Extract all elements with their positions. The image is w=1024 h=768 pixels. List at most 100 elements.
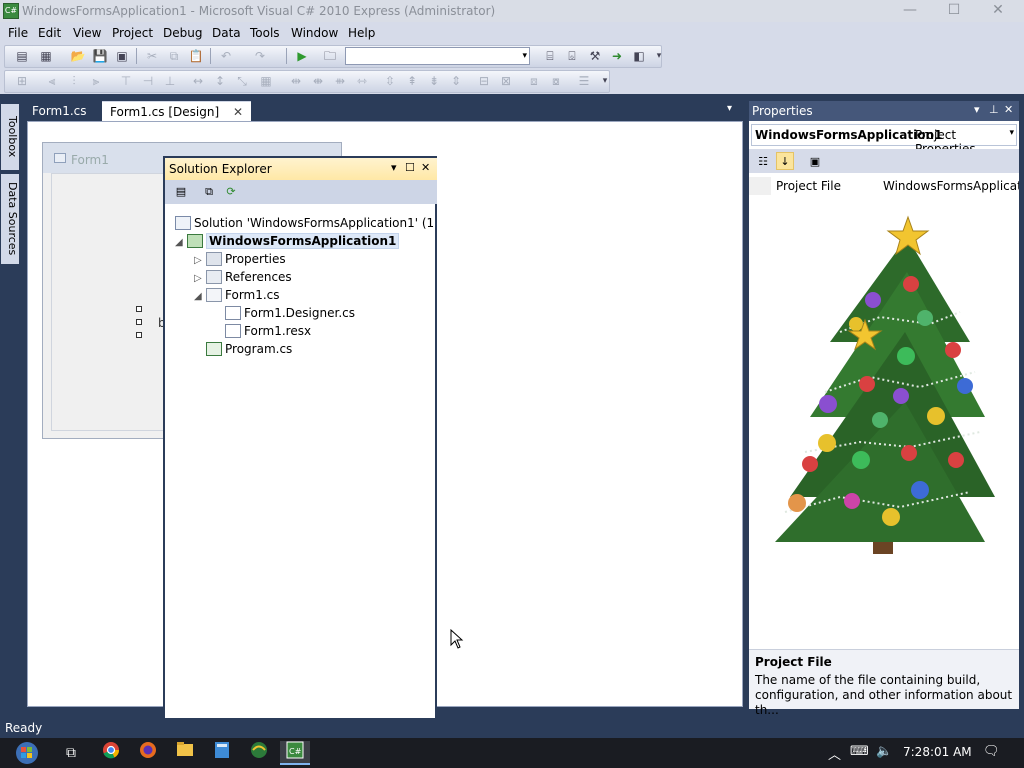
center-horizontally-icon[interactable]: ⊟ [476,73,492,89]
align-to-grid-icon[interactable]: ⊞ [14,73,30,89]
maximize-icon[interactable]: ☐ [405,161,415,174]
clock[interactable]: 7:28:01 AM [903,745,972,759]
bring-to-front-icon[interactable]: ⧈ [526,73,542,89]
menu-file[interactable]: File [8,26,28,40]
menu-view[interactable]: View [73,26,101,40]
center-vertically-icon[interactable]: ⊠ [498,73,514,89]
data-sources-tab[interactable]: Data Sources [1,174,19,264]
add-item-icon[interactable]: ▦ [38,48,54,64]
volume-icon[interactable]: 🔈 [876,744,892,759]
start-icon[interactable] [10,741,44,765]
close-icon[interactable]: ✕ [421,161,430,174]
visual-csharp-icon[interactable]: C# [3,3,19,19]
tab-form1-design[interactable]: Form1.cs [Design] ✕ [102,101,252,121]
copy-icon[interactable]: ⧉ [166,48,182,64]
properties-window-icon[interactable]: ⌺ [564,48,580,64]
increase-horizontal-spacing-icon[interactable]: ⇼ [310,73,326,89]
tree-node-form1-designer[interactable]: Form1.Designer.cs [225,304,355,322]
menu-data[interactable]: Data [212,26,241,40]
find-in-files-icon[interactable]: 🗀 [322,48,338,64]
remove-vertical-spacing-icon[interactable]: ⇕ [448,73,464,89]
decrease-vertical-spacing-icon[interactable]: ⇟ [426,73,442,89]
properties-header[interactable]: Properties ▾ ⊥ ✕ [749,101,1019,121]
tree-node-form1[interactable]: ◢ Form1.cs [194,286,280,304]
align-bottoms-icon[interactable]: ⊥ [162,73,178,89]
web-platform-icon[interactable] [244,741,274,765]
start-debugging-icon[interactable]: ▶ [294,48,310,64]
tab-order-icon[interactable]: ☰ [576,73,592,89]
categorized-icon[interactable]: ☷ [754,152,772,170]
chrome-icon[interactable] [96,741,126,765]
align-tops-icon[interactable]: ⊤ [118,73,134,89]
new-project-icon[interactable]: ▤ [14,48,30,64]
tree-node-project[interactable]: ◢ WindowsFormsApplication1 [175,232,400,252]
undo-icon[interactable]: ↶ [218,48,234,64]
resize-handle[interactable] [136,319,142,325]
resize-handle[interactable] [136,306,142,312]
tree-node-properties[interactable]: ▷ Properties [194,250,286,268]
expanded-arrow-icon[interactable]: ◢ [194,288,206,306]
task-view-icon[interactable]: ⧉ [56,741,86,765]
action-center-icon[interactable]: 🗨 [983,744,1000,759]
property-row[interactable]: Project File WindowsFormsApplication1.cs… [749,177,1019,195]
solution-explorer-icon[interactable]: ⌸ [542,48,558,64]
resize-handle[interactable] [136,332,142,338]
file-explorer-icon[interactable] [170,741,200,765]
tree-node-form1-resx[interactable]: Form1.resx [225,322,311,340]
size-to-grid-icon[interactable]: ▦ [258,73,274,89]
chevron-down-icon[interactable]: ▾ [1009,128,1014,138]
tab-form1-cs[interactable]: Form1.cs [24,101,95,121]
close-icon[interactable]: ✕ [233,105,243,119]
minimize-button[interactable]: — [888,0,932,22]
align-middles-icon[interactable]: ⊣ [140,73,156,89]
send-to-back-icon[interactable]: ⧇ [548,73,564,89]
properties-icon[interactable]: ▤ [173,184,189,200]
close-icon[interactable]: ✕ [1004,103,1013,116]
maximize-button[interactable]: ☐ [932,0,976,22]
toolbox-tab[interactable]: Toolbox [1,104,19,170]
align-rights-icon[interactable]: ⫸ [88,73,104,89]
window-position-icon[interactable]: ▾ [974,103,980,116]
increase-vertical-spacing-icon[interactable]: ⇞ [404,73,420,89]
network-icon[interactable]: ⌨ [850,744,869,759]
open-file-icon[interactable]: 📂 [70,48,86,64]
remove-horizontal-spacing-icon[interactable]: ⇿ [354,73,370,89]
pin-icon[interactable]: ⊥ [989,103,999,116]
save-all-icon[interactable]: ▣ [114,48,130,64]
extension-icon[interactable]: ◧ [631,48,647,64]
toolbox-icon[interactable]: ⚒ [587,48,603,64]
menu-debug[interactable]: Debug [163,26,202,40]
decrease-horizontal-spacing-icon[interactable]: ⇻ [332,73,348,89]
menu-help[interactable]: Help [348,26,375,40]
make-same-width-icon[interactable]: ↔ [190,73,206,89]
make-same-height-icon[interactable]: ↕ [212,73,228,89]
toolbar-overflow-icon[interactable]: ▾ [597,73,613,89]
redo-icon[interactable]: ↷ [252,48,268,64]
calculator-icon[interactable] [207,741,237,765]
firefox-icon[interactable] [133,741,163,765]
paste-icon[interactable]: 📋 [188,48,204,64]
property-value[interactable]: WindowsFormsApplication1.csproj [883,179,1019,193]
object-selector[interactable]: WindowsFormsApplication1 Project Propert… [751,124,1017,156]
menu-window[interactable]: Window [291,26,338,40]
visual-csharp-icon[interactable]: C# [280,741,310,765]
solution-explorer-header[interactable]: Solution Explorer ▾ ☐ ✕ [165,158,437,180]
chevron-down-icon[interactable]: ▾ [522,48,527,64]
tree-node-solution[interactable]: Solution 'WindowsFormsApplication1' (1 p… [175,214,435,232]
toolbar-overflow-icon[interactable]: ▾ [651,48,667,64]
align-centers-icon[interactable]: ⫶ [66,73,82,89]
find-combo[interactable]: ▾ [345,47,530,65]
tree-node-references[interactable]: ▷ References [194,268,292,286]
property-pages-icon[interactable]: ▣ [806,152,824,170]
start-page-icon[interactable]: ➜ [609,48,625,64]
close-button[interactable]: ✕ [976,0,1020,22]
save-icon[interactable]: 💾 [92,48,108,64]
document-list-dropdown[interactable]: ▾ [727,103,732,114]
expanded-arrow-icon[interactable]: ◢ [175,234,187,252]
menu-edit[interactable]: Edit [38,26,61,40]
vertical-spacing-icon[interactable]: ⇳ [382,73,398,89]
refresh-icon[interactable]: ⟳ [223,184,239,200]
cut-icon[interactable]: ✂ [144,48,160,64]
alphabetical-icon[interactable]: ↓ [776,152,794,170]
tree-node-program[interactable]: Program.cs [206,340,292,358]
